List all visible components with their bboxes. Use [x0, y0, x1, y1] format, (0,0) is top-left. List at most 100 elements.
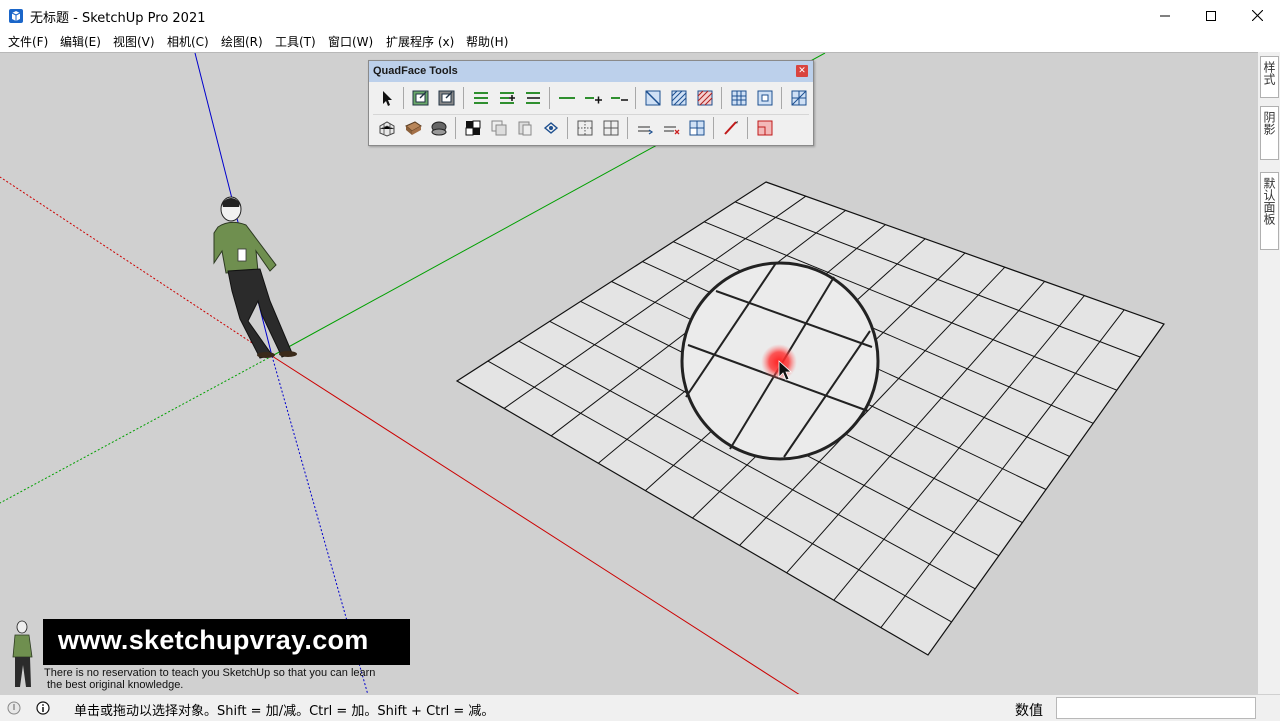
convert-legacy-icon	[757, 120, 773, 136]
green-axis-negative	[0, 355, 273, 504]
menu-edit[interactable]: 编辑(E)	[60, 33, 101, 50]
menu-file[interactable]: 文件(F)	[8, 33, 48, 50]
close-window-button[interactable]	[1234, 0, 1280, 31]
select-ring-icon	[474, 92, 488, 104]
flip-edge-icon	[791, 90, 807, 106]
title-bar: 无标题 - SketchUp Pro 2021	[0, 0, 1280, 31]
texture-unwrap-icon	[431, 121, 447, 136]
measurements-input[interactable]	[1056, 697, 1256, 719]
build-ends-button[interactable]	[729, 88, 749, 108]
region-to-loop-icon	[645, 90, 661, 106]
grow-ring-icon	[500, 92, 515, 104]
shrink-ring-icon	[526, 92, 540, 104]
watermark-figure-icon	[12, 620, 33, 687]
watermark-line-2: the best original knowledge.	[47, 679, 184, 691]
tray-tab-styles[interactable]: 样式	[1260, 56, 1279, 98]
build-columns-button[interactable]	[755, 88, 775, 108]
menu-extensions[interactable]: 扩展程序 (x)	[386, 33, 454, 50]
connect-edges-icon	[603, 120, 619, 136]
build-columns-icon	[757, 90, 773, 106]
toolbar-titlebar[interactable]: QuadFace Tools ✕	[369, 61, 813, 82]
selection-to-quads-button[interactable]	[695, 88, 715, 108]
geo-location-icon[interactable]	[7, 701, 21, 715]
info-icon[interactable]	[36, 701, 50, 715]
menu-view[interactable]: 视图(V)	[113, 33, 155, 50]
convert-legacy-button[interactable]	[755, 118, 775, 138]
toolbar-close-button[interactable]: ✕	[796, 65, 808, 77]
scene-canvas[interactable]	[0, 53, 1258, 695]
menu-draw[interactable]: 绘图(R)	[221, 33, 263, 50]
tray-tab-shadows[interactable]: 阴影	[1260, 106, 1279, 160]
triangulate-icon	[465, 120, 481, 136]
loop-to-region-button[interactable]	[669, 88, 689, 108]
smart-select-loop-button[interactable]	[437, 88, 457, 108]
remove-loops-icon	[664, 126, 680, 135]
texture-unwrap-button[interactable]	[429, 118, 449, 138]
minimize-icon	[1160, 15, 1170, 16]
menu-window[interactable]: 窗口(W)	[328, 33, 373, 50]
grow-loop-button[interactable]	[583, 88, 603, 108]
texture-map-icon	[405, 121, 422, 135]
line-tool-button[interactable]	[721, 118, 741, 138]
flip-edge-button[interactable]	[789, 88, 809, 108]
shrink-loop-icon	[611, 97, 628, 101]
menu-camera[interactable]: 相机(C)	[167, 33, 209, 50]
wireframe-to-quads-icon	[543, 122, 559, 134]
watermark-caption: There is no reservation to teach you Ske…	[44, 667, 424, 691]
remove-loops-button[interactable]	[661, 118, 681, 138]
line-tool-icon	[724, 121, 738, 135]
grow-ring-button[interactable]	[497, 88, 517, 108]
make-planar-button[interactable]	[515, 118, 535, 138]
select-ring-button[interactable]	[471, 88, 491, 108]
model-viewport[interactable]	[0, 52, 1258, 695]
shrink-loop-button[interactable]	[609, 88, 629, 108]
make-planar-icon	[518, 121, 532, 136]
minimize-button[interactable]	[1142, 0, 1188, 31]
region-to-loop-button[interactable]	[643, 88, 663, 108]
tray-tab-default-label: 默认面板	[1262, 177, 1276, 225]
grow-loop-icon	[585, 96, 602, 104]
menu-help[interactable]: 帮助(H)	[466, 33, 508, 50]
insert-loops-icon	[638, 126, 654, 135]
build-corners-button[interactable]	[687, 118, 707, 138]
tray-tab-default[interactable]: 默认面板	[1260, 172, 1279, 250]
close-icon	[1251, 10, 1263, 21]
measurements-label: 数值	[1015, 703, 1043, 719]
select-tool-button[interactable]	[377, 88, 397, 108]
uv-mapping-button[interactable]	[377, 118, 397, 138]
remove-triangulation-button[interactable]	[489, 118, 509, 138]
triangulate-button[interactable]	[463, 118, 483, 138]
default-tray: 样式 阴影 默认面板	[1258, 52, 1280, 694]
select-icon	[383, 91, 392, 106]
tray-tab-shadows-label: 阴影	[1262, 111, 1276, 135]
status-bar: 单击或拖动以选择对象。Shift = 加/减。Ctrl = 加。Shift + …	[0, 694, 1280, 721]
build-ends-icon	[731, 90, 747, 106]
connect-edges-button[interactable]	[601, 118, 621, 138]
smart-select-ring-button[interactable]	[411, 88, 431, 108]
window-title: 无标题 - SketchUp Pro 2021	[30, 11, 206, 26]
select-loop-icon	[559, 97, 575, 99]
quadface-toolbar[interactable]: QuadFace Tools ✕	[368, 60, 814, 146]
maximize-button[interactable]	[1188, 0, 1234, 31]
toolbar-title: QuadFace Tools	[373, 65, 458, 77]
offset-loop-button[interactable]	[575, 118, 595, 138]
tray-tab-styles-label: 样式	[1262, 61, 1276, 85]
select-loop-button[interactable]	[557, 88, 577, 108]
selection-to-quads-icon	[697, 90, 713, 106]
shrink-ring-button[interactable]	[523, 88, 543, 108]
scale-figure	[213, 196, 297, 359]
watermark-line-1: There is no reservation to teach you Ske…	[44, 667, 376, 679]
smart-select-ring-icon	[412, 90, 429, 106]
offset-loop-icon	[577, 120, 593, 136]
smart-select-loop-icon	[438, 90, 455, 106]
build-corners-icon	[689, 120, 705, 136]
remove-triangulation-icon	[491, 120, 507, 136]
texture-map-button[interactable]	[403, 118, 423, 138]
menu-bar: 文件(F) 编辑(E) 视图(V) 相机(C) 绘图(R) 工具(T) 窗口(W…	[0, 31, 1280, 52]
insert-loops-button[interactable]	[635, 118, 655, 138]
toolbar-row-2	[373, 114, 809, 141]
status-hint: 单击或拖动以选择对象。Shift = 加/减。Ctrl = 加。Shift + …	[74, 704, 495, 719]
watermark-banner: www.sketchupvray.com	[43, 619, 410, 665]
menu-tools[interactable]: 工具(T)	[275, 33, 316, 50]
wireframe-to-quads-button[interactable]	[541, 118, 561, 138]
